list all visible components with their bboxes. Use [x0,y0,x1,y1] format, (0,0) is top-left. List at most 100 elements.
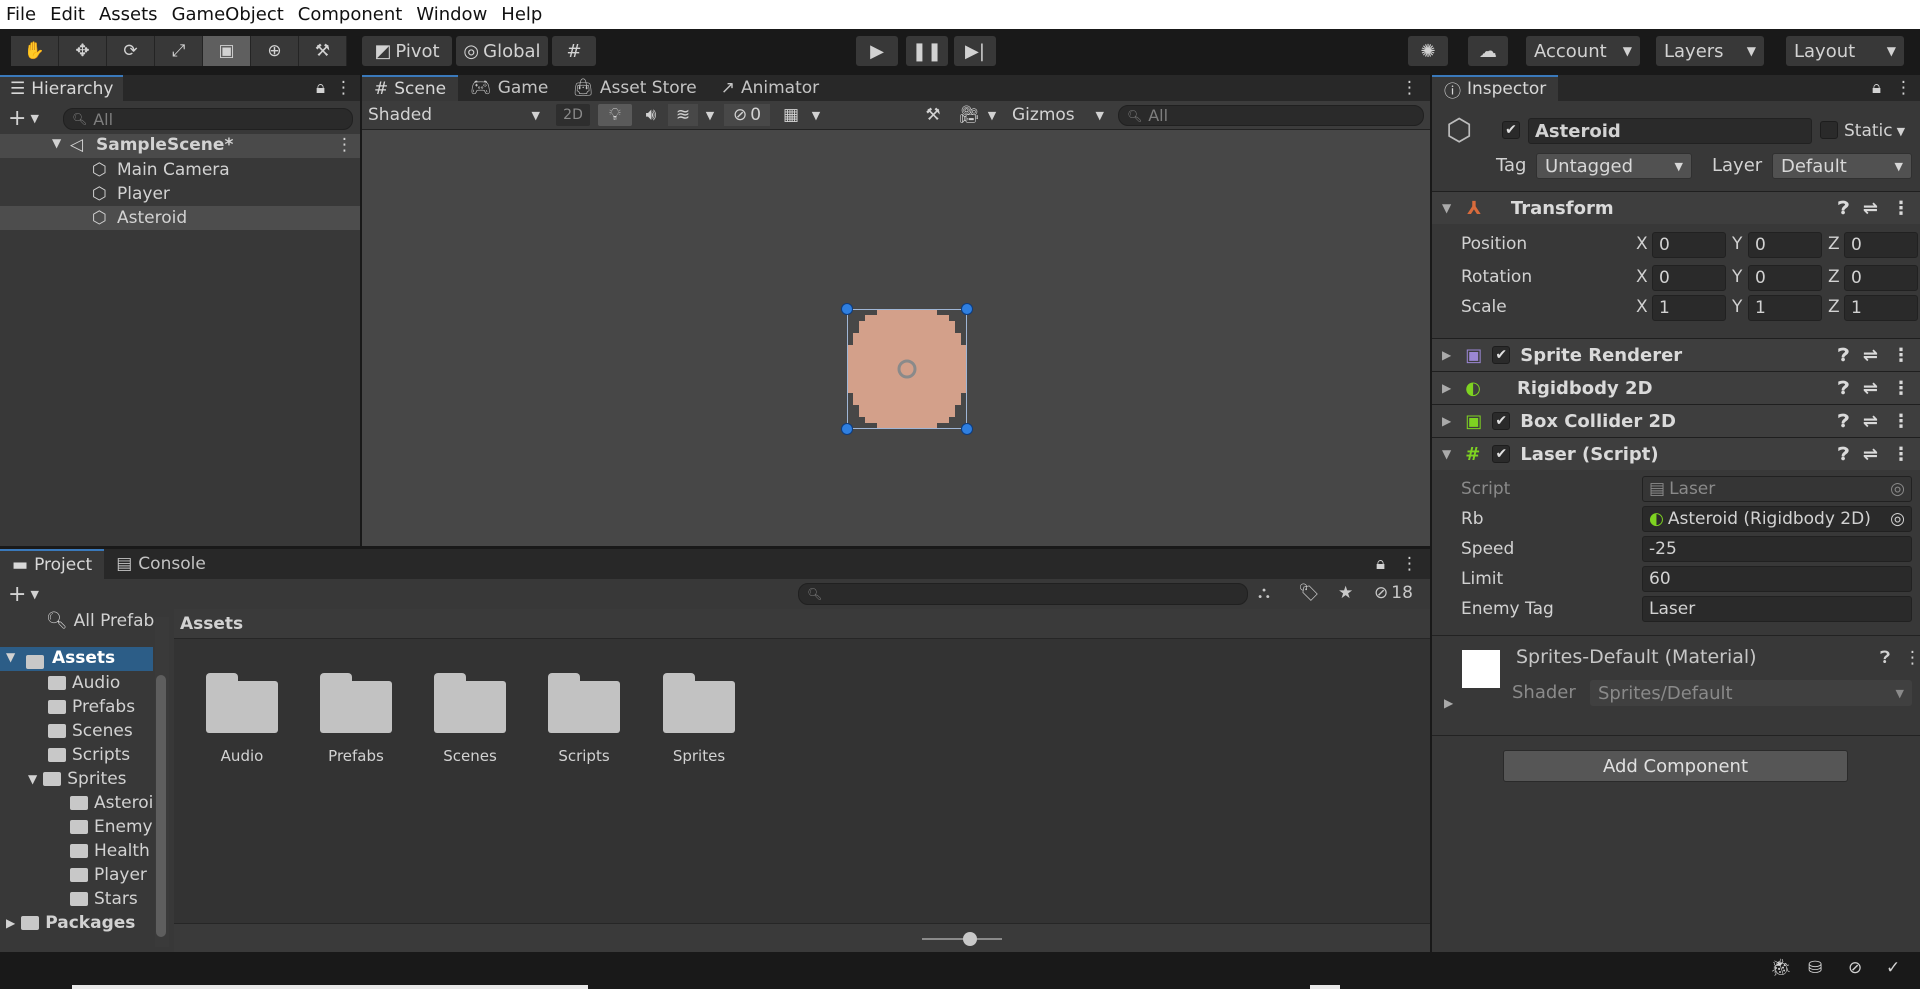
cache-server-icon[interactable]: ⛁ [1808,958,1822,978]
pause-button[interactable]: ❚❚ [906,36,948,66]
tab-console[interactable]: ▤ Console [104,549,218,579]
tree-item-packages[interactable]: ▶ Packages [6,911,135,935]
caret-down-icon[interactable]: ▼ [1442,201,1451,215]
kebab-menu-icon[interactable]: ⋮ [1401,78,1418,98]
caret-right-icon[interactable]: ▶ [6,916,15,930]
position-axis-label[interactable]: Y [1732,234,1742,254]
shading-mode-dropdown[interactable]: Shaded ▼ [368,104,548,126]
hidden-packages-toggle[interactable]: ⊘ 18 [1374,583,1413,603]
help-icon[interactable]: ❓︎ [1880,648,1890,668]
menu-help[interactable]: Help [501,4,542,25]
lock-icon[interactable]: 🔒︎ [1872,78,1881,98]
asset-folder-audio[interactable]: Audio [206,673,278,765]
zoom-slider-thumb[interactable] [963,932,977,946]
breadcrumb-label[interactable]: Assets [180,614,243,634]
rotation-axis-label[interactable]: X [1636,267,1648,287]
component-enabled-checkbox[interactable]: ✔ [1492,412,1511,430]
hidden-objects-toggle[interactable]: ⊘ 0 [724,104,770,126]
active-checkbox[interactable]: ✔ [1502,121,1520,139]
menu-window[interactable]: Window [416,4,487,25]
2d-toggle[interactable]: 2D [556,104,590,126]
layout-dropdown[interactable]: Layout ▼ [1786,36,1904,66]
position-field[interactable]: 0 [1748,232,1822,258]
rotation-field[interactable]: 0 [1652,265,1726,291]
component-enabled-checkbox[interactable]: ✔ [1492,445,1511,463]
material-preview[interactable] [1462,650,1500,688]
filter-by-label-icon[interactable]: 🏷︎ [1298,583,1320,603]
kebab-menu-icon[interactable]: ⋮ [1892,345,1910,366]
caret-down-icon[interactable]: ▼ [28,772,37,786]
grid-toggle-icon[interactable]: ▦ [776,104,806,126]
camera-dropdown-icon[interactable]: ▼ [982,104,1002,126]
kebab-menu-icon[interactable]: ⋮ [335,78,352,98]
rect-tool-icon[interactable]: ▣ [203,36,251,66]
enemy-tag-field[interactable]: Laser [1642,596,1912,622]
grid-snap-icon[interactable]: # [552,36,596,66]
kebab-menu-icon[interactable]: ⋮ [1401,554,1418,574]
position-axis-label[interactable]: X [1636,234,1648,254]
caret-down-icon[interactable]: ▼ [52,136,61,150]
kebab-menu-icon[interactable]: ⋮ [1892,198,1910,219]
auto-generate-lighting-icon[interactable]: ⊘ [1848,958,1862,978]
scale-field[interactable]: 1 [1652,295,1726,321]
help-icon[interactable]: ❓︎ [1838,411,1849,432]
tree-scrollbar[interactable] [155,617,169,947]
play-button[interactable]: ▶ [856,36,898,66]
help-icon[interactable]: ❓︎ [1838,444,1849,465]
rigidbody2d-header[interactable]: ▶ ◐ Rigidbody 2D ❓︎ ⇌ ⋮ [1432,371,1920,404]
tree-item-assets[interactable]: ▼ Assets [0,647,153,671]
rotation-field[interactable]: 0 [1844,265,1918,291]
asset-folder-sprites[interactable]: Sprites [663,673,735,765]
tab-scene[interactable]: # Scene [362,75,459,101]
scrollbar-thumb[interactable] [156,675,166,937]
tree-item-scenes[interactable]: Scenes [48,719,133,743]
presets-icon[interactable]: ⇌ [1863,378,1878,399]
scale-field[interactable]: 1 [1844,295,1918,321]
kebab-menu-icon[interactable]: ⋮ [1892,378,1910,399]
services-icon[interactable]: ✺ [1408,36,1448,66]
audio-icon[interactable]: 🔊︎ [636,104,666,126]
tree-item-sprites[interactable]: ▼ Sprites [28,767,127,791]
rotate-tool-icon[interactable]: ⟳ [107,36,155,66]
hierarchy-item-asteroid[interactable]: ⬡ Asteroid [0,206,360,230]
asset-folder-scenes[interactable]: Scenes [434,673,506,765]
presets-icon[interactable]: ⇌ [1863,345,1878,366]
account-dropdown[interactable]: Account ▼ [1526,36,1640,66]
rotation-axis-label[interactable]: Z [1828,267,1840,287]
menu-file[interactable]: File [6,4,36,25]
effects-dropdown-icon[interactable]: ▼ [700,104,720,126]
component-enabled-checkbox[interactable]: ✔ [1492,346,1511,364]
presets-icon[interactable]: ⇌ [1863,198,1878,219]
rb-field[interactable]: ◐ Asteroid (Rigidbody 2D) ◎ [1642,506,1912,532]
scene-search-input[interactable]: 🔍︎ All [1118,105,1424,126]
grid-dropdown-icon[interactable]: ▼ [806,104,826,126]
tree-item-health[interactable]: Health [70,839,150,863]
rotation-axis-label[interactable]: Y [1732,267,1742,287]
rotation-field[interactable]: 0 [1748,265,1822,291]
debug-bug-icon[interactable]: 🐞︎ [1770,958,1792,978]
asset-folder-prefabs[interactable]: Prefabs [320,673,392,765]
caret-right-icon[interactable]: ▶ [1444,696,1453,710]
tab-project[interactable]: ▬ Project [0,549,105,579]
menu-component[interactable]: Component [298,4,403,25]
presets-icon[interactable]: ⇌ [1863,444,1878,465]
rect-handle[interactable] [841,303,853,315]
transform-header[interactable]: ▼ ⅄ Transform ❓︎ ⇌ ⋮ [1432,191,1920,224]
favorites-star-icon[interactable]: ★ [1338,583,1353,603]
kebab-menu-icon[interactable]: ⋮ [1892,444,1910,465]
caret-down-icon[interactable]: ▼ [1442,447,1451,461]
tab-hierarchy[interactable]: ☰ Hierarchy [0,75,124,101]
kebab-menu-icon[interactable]: ⋮ [1892,411,1910,432]
position-field[interactable]: 0 [1652,232,1726,258]
caret-down-icon[interactable]: ▼ [6,650,15,664]
laser-script-header[interactable]: ▼ # ✔ Laser (Script) ❓︎ ⇌ ⋮ [1432,437,1920,470]
asset-folder-scripts[interactable]: Scripts [548,673,620,765]
layer-dropdown[interactable]: Default ▼ [1772,153,1912,179]
filter-by-type-icon[interactable]: ⛬ [1258,583,1270,603]
scale-axis-label[interactable]: Z [1828,297,1840,317]
presets-icon[interactable]: ⇌ [1863,411,1878,432]
tree-item-enemy[interactable]: Enemy [70,815,153,839]
transform-tool-icon[interactable]: ⊕ [251,36,299,66]
object-name-field[interactable]: Asteroid [1528,118,1812,144]
limit-field[interactable]: 60 [1642,566,1912,592]
